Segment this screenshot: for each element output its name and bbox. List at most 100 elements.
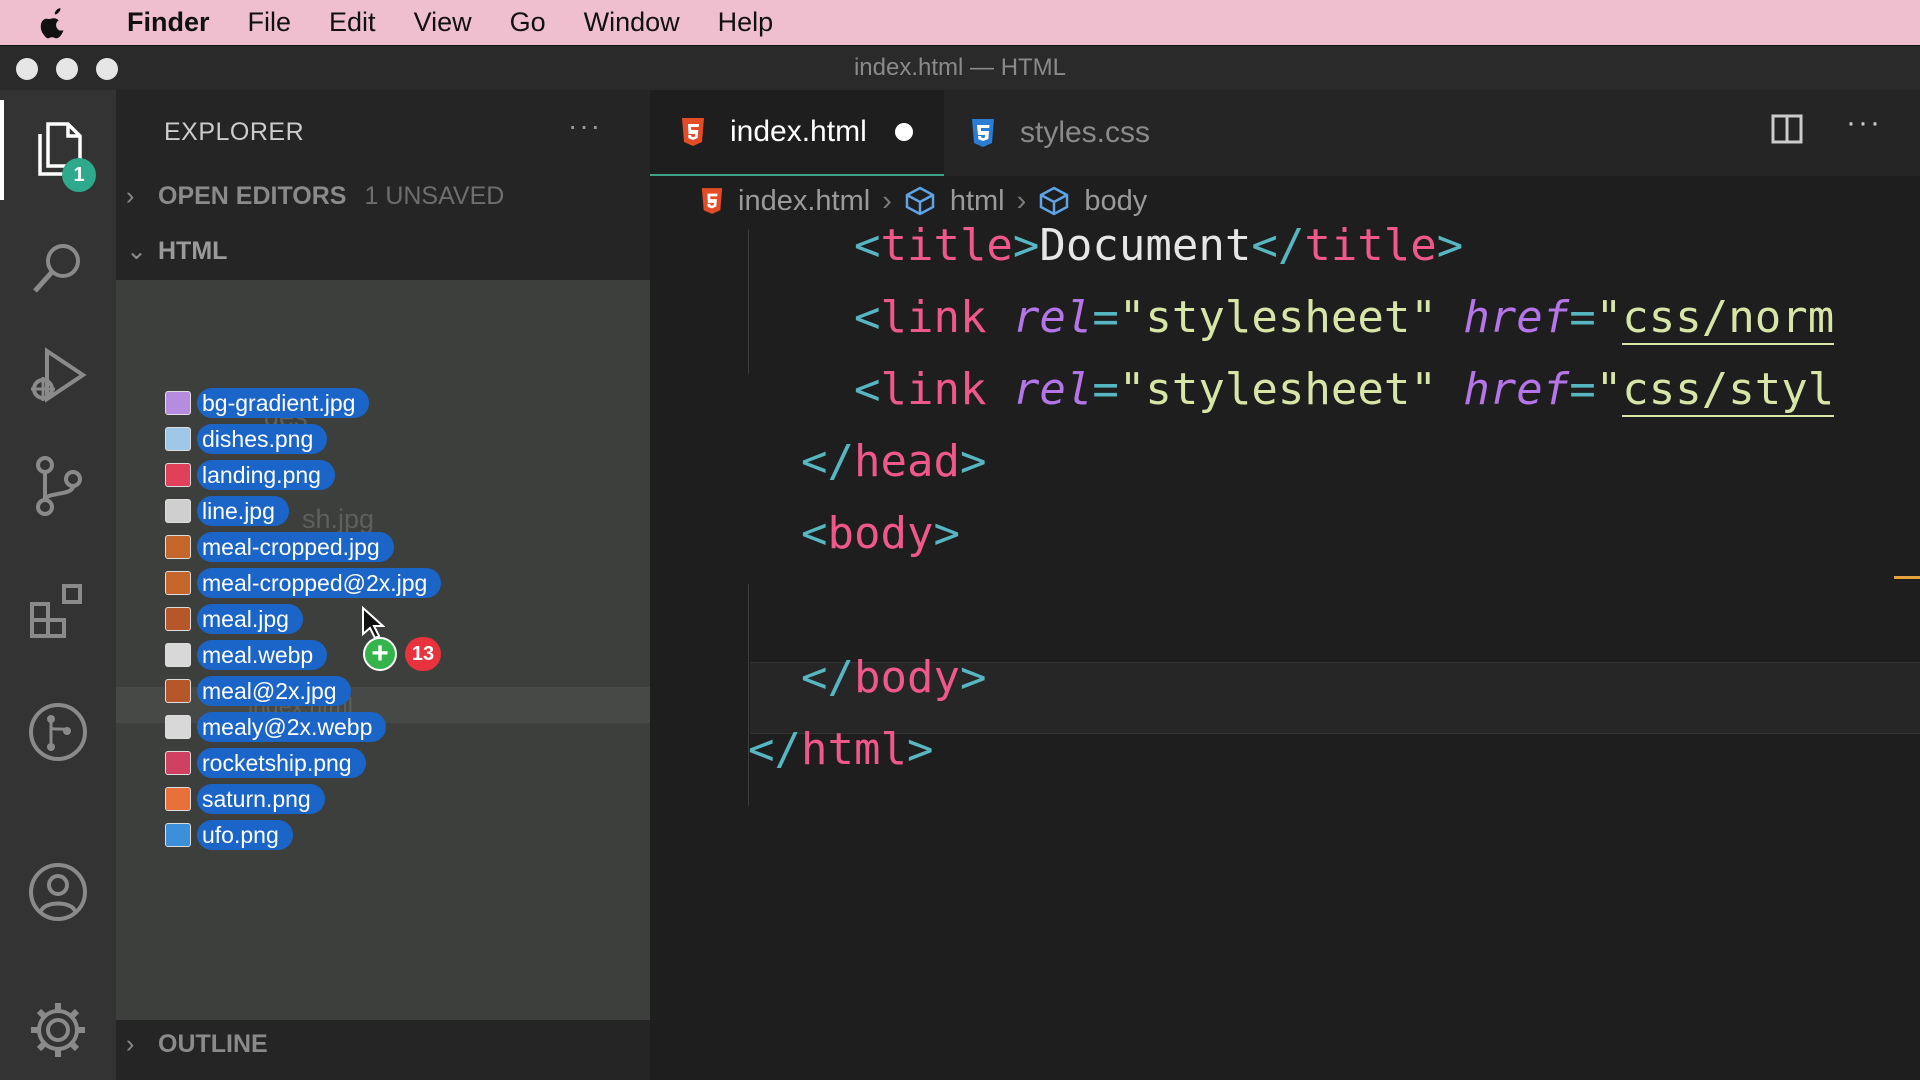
image-file-icon [165,463,191,487]
explorer-sidebar: EXPLORER ··· › OPEN EDITORS 1 UNSAVED ⌄ … [116,90,650,1080]
unsaved-dot-icon[interactable] [894,123,913,141]
code-token: " [1595,292,1623,343]
html5-icon [701,188,723,214]
code-token: < [853,220,881,271]
chevron-right-icon: › [126,182,135,210]
unsaved-count: 1 UNSAVED [364,182,505,210]
outline-section[interactable]: › OUTLINE [126,1030,268,1059]
dragged-file: rocketship.png [165,748,366,778]
image-file-icon [165,607,191,631]
code-token: </ [1251,220,1305,271]
code-token: < [800,508,828,559]
editor-tabs: index.html styles.css ··· [650,90,1920,176]
image-file-icon [165,391,191,415]
code-token: title [1304,220,1437,271]
window-title: index.html — HTML [853,54,1067,81]
dragged-file: dishes.png [165,424,328,454]
code-token: </ [800,436,854,487]
html-folder-section[interactable]: ⌄ HTML [126,236,227,266]
image-file-icon [165,643,191,667]
code-token: link [880,364,987,415]
image-file-icon [165,751,191,775]
git-graph-activity[interactable] [0,682,116,782]
image-file-icon [165,427,191,451]
menu-window[interactable]: Window [565,0,699,45]
code-line: </html> [748,714,933,786]
account-icon [29,863,87,921]
ghost-tree-item: sh.jpg [302,504,375,534]
tab-styles-css[interactable]: styles.css [970,90,1150,176]
code-token: > [959,652,987,703]
dragged-file: meal@2x.jpg [165,676,351,706]
code-token: head [853,436,960,487]
source-control-icon [36,456,82,516]
code-token: rel [1012,292,1093,343]
more-actions-icon[interactable]: ··· [1846,106,1882,140]
html5-icon [682,118,704,146]
explorer-activity[interactable]: 1 [0,100,116,200]
chevron-right-icon: › [126,1030,135,1058]
code-token: html [800,724,907,775]
menu-view[interactable]: View [395,0,491,45]
dragged-file-name: meal.jpg [197,604,303,634]
source-control-activity[interactable] [0,436,116,536]
menu-help[interactable]: Help [699,0,793,45]
code-token: > [1012,220,1040,271]
code-token: title [880,220,1013,271]
menu-edit[interactable]: Edit [310,0,395,45]
outline-label: OUTLINE [158,1030,268,1058]
dragged-file: bg-gradient.jpg [165,388,370,418]
code-line: </head> [748,426,986,498]
dragged-file: meal-cropped.jpg [165,532,394,562]
code-token: "stylesheet" [1118,292,1437,343]
accounts-activity[interactable] [0,842,116,942]
dragged-file-name: saturn.png [197,784,325,814]
extensions-icon [30,584,82,638]
css3-icon [972,119,994,147]
manage-activity[interactable] [0,980,116,1080]
code-token: Document [1039,220,1252,271]
explorer-more-button[interactable]: ··· [568,110,602,142]
code-token: link [880,292,987,343]
split-editor-icon[interactable] [1770,112,1804,146]
image-file-icon [165,715,191,739]
dragged-file-name: dishes.png [197,424,328,454]
dragged-file-name: landing.png [197,460,335,490]
open-editors-section[interactable]: › OPEN EDITORS 1 UNSAVED [126,182,504,211]
overview-ruler-mark [1894,576,1920,579]
code-token: rel [1012,364,1093,415]
run-debug-activity[interactable] [0,326,116,426]
image-file-icon [165,499,191,523]
image-file-icon [165,787,191,811]
dragged-file-name: meal@2x.jpg [197,676,351,706]
code-token: = [1569,364,1596,415]
apple-logo-icon[interactable] [0,0,108,45]
code-token: href [1463,292,1570,343]
tab-index-html[interactable]: index.html [650,90,944,176]
menu-file[interactable]: File [229,0,311,45]
code-token: > [959,436,987,487]
search-activity[interactable] [0,218,116,318]
window-titlebar: index.html — HTML [0,45,1920,90]
code-token: css/styl [1622,364,1835,417]
dragged-file: saturn.png [165,784,325,814]
code-token: = [1569,292,1596,343]
menu-go[interactable]: Go [491,0,565,45]
extensions-activity[interactable] [0,560,116,660]
html-folder-label: HTML [158,236,228,265]
activity-bar: 1 [0,90,116,1080]
dragged-file-name: line.jpg [197,496,289,526]
dragged-file: mealy@2x.webp [165,712,387,742]
editor-area: index.html styles.css ··· index.html › h… [650,90,1920,1080]
code-line: <title>Document</title> [748,210,1463,282]
image-file-icon [165,571,191,595]
chevron-down-icon: ⌄ [126,237,147,265]
menu-app-finder[interactable]: Finder [108,0,229,45]
dragged-file: meal.jpg [165,604,303,634]
code-token: body [827,508,934,559]
git-graph-icon [29,703,87,761]
code-line: <body> [748,498,960,570]
code-token: " [1595,364,1623,415]
